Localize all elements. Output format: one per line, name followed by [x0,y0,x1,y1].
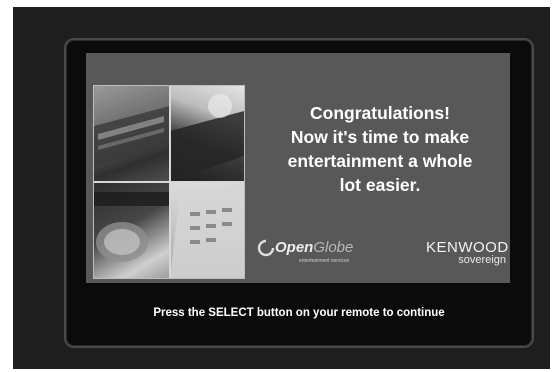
tv-screen: Congratulations! Now it's time to make e… [13,7,550,369]
headline-line-4: lot easier. [339,175,421,195]
collage-divider-horizontal [94,181,244,183]
headline-line-2: Now it's time to make [290,127,470,147]
product-photo-receiver [94,86,170,182]
welcome-panel: Congratulations! Now it's time to make e… [86,53,510,283]
headline-line-1: Congratulations! [310,103,450,123]
receiver-shape [94,106,170,166]
product-photo-panel [170,86,244,182]
openglobe-word-open: Open [275,239,314,256]
globe-icon [257,239,275,257]
continue-instruction: Press the SELECT button on your remote t… [153,307,445,319]
remote-shape [170,182,244,278]
openglobe-word-globe: Globe [313,239,354,256]
openglobe-logo: OpenGlobe entertainment services [257,239,357,271]
product-photo-remote [170,182,244,278]
product-photo-disc-changer [94,182,170,278]
welcome-headline: Congratulations! Now it's time to make e… [262,101,498,197]
panel-shape [170,94,244,182]
openglobe-wordmark: OpenGlobe [275,239,353,256]
welcome-frame: Congratulations! Now it's time to make e… [66,40,532,346]
openglobe-tagline: entertainment services [299,258,350,264]
product-photo-collage [94,86,244,278]
kenwood-logo: KENWOOD sovereign [426,239,508,266]
disc-changer-shape [94,192,170,262]
headline-line-3: entertainment a whole [287,151,473,171]
